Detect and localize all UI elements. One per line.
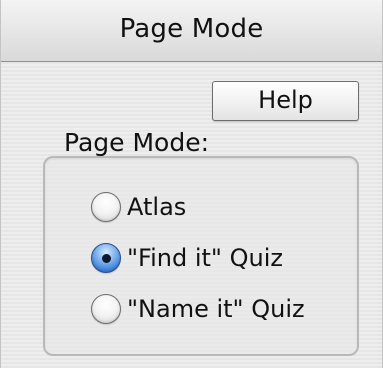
- page-mode-window: Page Mode Help Page Mode: Atlas "Find it…: [0, 0, 383, 368]
- radio-label-atlas[interactable]: Atlas: [127, 193, 186, 221]
- radio-option-name-it-quiz[interactable]: "Name it" Quiz: [91, 291, 305, 327]
- radio-label-name-it-quiz[interactable]: "Name it" Quiz: [127, 295, 305, 323]
- radio-label-find-it-quiz[interactable]: "Find it" Quiz: [127, 244, 283, 272]
- radio-button-atlas[interactable]: [91, 192, 121, 222]
- page-mode-group-label: Page Mode:: [64, 128, 210, 157]
- radio-option-atlas[interactable]: Atlas: [91, 189, 186, 225]
- title-bar[interactable]: Page Mode: [1, 0, 382, 62]
- radio-selected-dot-icon: [101, 253, 111, 263]
- radio-option-find-it-quiz[interactable]: "Find it" Quiz: [91, 240, 283, 276]
- radio-button-name-it-quiz[interactable]: [91, 294, 121, 324]
- radio-button-find-it-quiz[interactable]: [91, 243, 121, 273]
- help-button[interactable]: Help: [212, 81, 359, 121]
- window-title: Page Mode: [119, 14, 264, 44]
